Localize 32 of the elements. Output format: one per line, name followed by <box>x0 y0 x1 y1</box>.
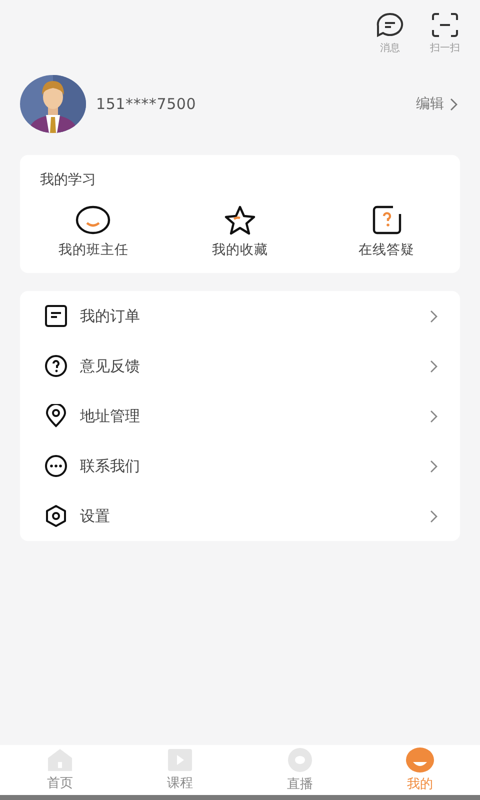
menu-item[interactable]: 我的订单 <box>20 291 460 341</box>
menu-item[interactable]: 意见反馈 <box>20 341 460 391</box>
chevron-right-icon <box>430 410 438 422</box>
chat-dots-icon <box>44 454 68 478</box>
chevron-right-icon <box>430 510 438 522</box>
phone-number: 151****7500 <box>96 95 198 113</box>
tab[interactable]: 课程 <box>120 745 240 795</box>
edit-link[interactable]: 编辑 <box>416 95 458 113</box>
menu-item[interactable]: 地址管理 <box>20 391 460 441</box>
chevron-right-icon <box>430 360 438 372</box>
section-title: 我的学习 <box>39 171 97 189</box>
question-square-icon <box>370 205 403 235</box>
chevron-right-icon <box>430 460 438 472</box>
tab[interactable]: 直播 <box>240 745 360 795</box>
message-icon <box>376 12 404 38</box>
play-video-icon <box>166 748 194 772</box>
shortcut-item[interactable]: 我的收藏 <box>166 205 314 259</box>
house-icon <box>46 748 74 772</box>
menu-item[interactable]: 设置 <box>20 491 460 541</box>
question-circle-icon <box>44 354 68 378</box>
chevron-right-icon <box>430 310 438 322</box>
tab[interactable]: 首页 <box>0 745 120 795</box>
shortcut-item[interactable]: 我的班主任 <box>20 205 167 259</box>
scan-icon <box>431 12 459 38</box>
settings-icon <box>44 504 68 528</box>
menu-item[interactable]: 联系我们 <box>20 441 460 491</box>
star-icon <box>223 205 257 235</box>
shortcut-item[interactable]: 在线答疑 <box>313 205 460 259</box>
chevron-right-icon <box>450 98 458 110</box>
document-icon <box>44 304 68 328</box>
smiley-circle-icon <box>75 205 112 235</box>
location-pin-icon <box>45 404 67 428</box>
